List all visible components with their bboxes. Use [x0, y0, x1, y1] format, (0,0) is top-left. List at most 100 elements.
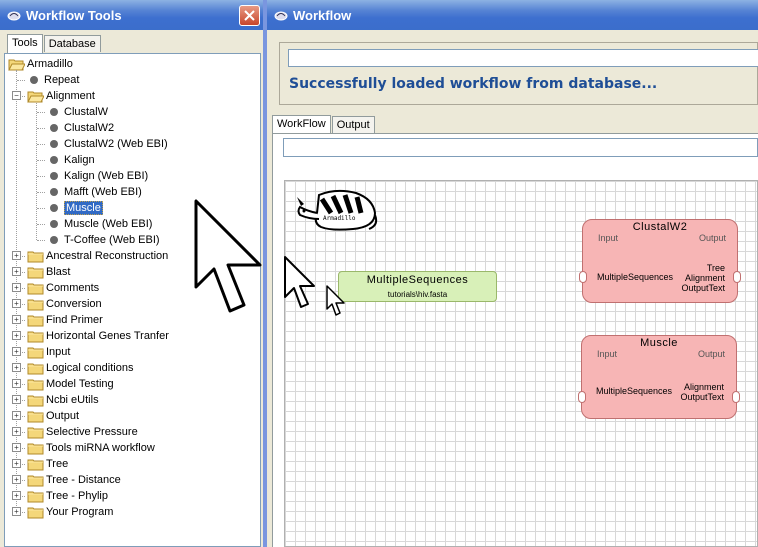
tree-item-label: Ancestral Reconstruction	[46, 250, 169, 262]
tree-item[interactable]: Mafft (Web EBI)	[47, 184, 142, 200]
tree-item[interactable]: Tools miRNA workflow	[27, 440, 155, 456]
tree-item-label: Conversion	[46, 298, 102, 310]
tree-item[interactable]: Ncbi eUtils	[27, 392, 99, 408]
tab-database[interactable]: Database	[43, 35, 101, 52]
tree-item-label: Mafft (Web EBI)	[64, 186, 142, 198]
tree-root[interactable]: Armadillo	[8, 56, 73, 72]
tree-expander-icon[interactable]: +	[12, 491, 21, 500]
tree-item[interactable]: Selective Pressure	[27, 424, 138, 440]
tree-item[interactable]: Conversion	[27, 296, 102, 312]
tree-guide-line	[37, 160, 45, 161]
tool-bullet-icon	[50, 156, 58, 164]
tree-item-label: ClustalW2	[64, 122, 115, 134]
tree-expander-icon[interactable]: +	[12, 395, 21, 404]
tree-expander-icon[interactable]: +	[12, 331, 21, 340]
tree-item[interactable]: Find Primer	[27, 312, 103, 328]
clustalw2-input-port: MultipleSequences	[597, 272, 674, 282]
tree-expander-icon[interactable]: +	[12, 379, 21, 388]
clustalw2-input-socket[interactable]	[579, 271, 587, 283]
tree-item[interactable]: Tree - Distance	[27, 472, 121, 488]
tree-expander-icon[interactable]: +	[12, 459, 21, 468]
tree-item[interactable]: Horizontal Genes Tranfer	[27, 328, 169, 344]
folder-icon	[27, 331, 44, 342]
status-message: Successfully loaded workflow from databa…	[289, 76, 658, 92]
tree-item[interactable]: Repeat	[27, 72, 79, 88]
tree-expander-icon[interactable]: +	[12, 299, 21, 308]
tree-item[interactable]: Alignment	[27, 88, 95, 104]
tree-expander-icon[interactable]: −	[12, 91, 21, 100]
tree-expander-icon[interactable]: +	[12, 443, 21, 452]
workflow-canvas[interactable]: Armadillo MultipleSequences tutorials\hi…	[284, 180, 758, 547]
desktop: Workflow Tools Tools Database Armadillo …	[0, 0, 758, 547]
tab-workflow[interactable]: WorkFlow	[272, 115, 331, 134]
clustalw2-output-socket[interactable]	[733, 271, 741, 283]
tree-item[interactable]: ClustalW2 (Web EBI)	[47, 136, 168, 152]
folder-icon	[27, 443, 44, 454]
tree-item[interactable]: Kalign	[47, 152, 95, 168]
folder-icon	[27, 251, 44, 262]
tree-item[interactable]: Logical conditions	[27, 360, 133, 376]
tree-item[interactable]: Muscle (Web EBI)	[47, 216, 152, 232]
tree-expander-icon[interactable]: +	[12, 427, 21, 436]
muscle-node[interactable]: Muscle Input Output MultipleSequences Al…	[578, 335, 740, 419]
folder-icon	[27, 459, 44, 470]
tree-item[interactable]: Your Program	[27, 504, 113, 520]
folder-icon	[27, 283, 44, 294]
tree-item[interactable]: Tree - Phylip	[27, 488, 108, 504]
tree-expander-icon[interactable]: +	[12, 267, 21, 276]
tree-item[interactable]: Input	[27, 344, 70, 360]
tree-guide-line	[37, 224, 45, 225]
multiple-sequences-node[interactable]: MultipleSequences tutorials\hiv.fasta	[338, 271, 497, 302]
tree-item-label: Repeat	[44, 74, 80, 86]
tree-expander-icon[interactable]: +	[12, 363, 21, 372]
tree-guide-line	[36, 100, 37, 240]
tree-expander-icon[interactable]: +	[12, 507, 21, 516]
tree-item-label: Model Testing	[46, 378, 114, 390]
close-button[interactable]	[239, 5, 260, 26]
workflow-titlebar[interactable]: Workflow	[267, 0, 758, 30]
tree-item[interactable]: Output	[27, 408, 79, 424]
tree-expander-icon[interactable]: +	[12, 315, 21, 324]
tree-item-label: Kalign (Web EBI)	[64, 170, 149, 182]
tree-guide-line	[37, 128, 45, 129]
muscle-output-socket[interactable]	[732, 391, 740, 403]
tree-item[interactable]: Muscle	[47, 200, 103, 216]
armadillo-logo: Armadillo	[291, 189, 379, 233]
workflow-tools-titlebar[interactable]: Workflow Tools	[0, 0, 263, 30]
tab-tools[interactable]: Tools	[7, 34, 43, 53]
tree-expander-icon[interactable]: +	[12, 475, 21, 484]
small-pointer-cursor-icon	[326, 285, 345, 316]
muscle-input-socket[interactable]	[578, 391, 586, 403]
muscle-output-label: Output	[697, 349, 725, 359]
muscle-output-ports: Alignment OutputText	[680, 382, 724, 402]
tree-item[interactable]: Tree	[27, 456, 68, 472]
tree-item-label: Selective Pressure	[46, 426, 138, 438]
tab-output[interactable]: Output	[331, 116, 375, 133]
tree-expander-icon[interactable]: +	[12, 347, 21, 356]
tree-item-label: Find Primer	[46, 314, 103, 326]
tree-item[interactable]: Comments	[27, 280, 99, 296]
clustalw2-output-text: OutputText	[681, 283, 725, 293]
tree-item[interactable]: Blast	[27, 264, 70, 280]
tree-expander-icon[interactable]: +	[12, 411, 21, 420]
clustalw2-title: ClustalW2	[632, 221, 688, 233]
tree-item[interactable]: Ancestral Reconstruction	[27, 248, 168, 264]
tree-item-label: ClustalW2 (Web EBI)	[64, 138, 168, 150]
folder-icon	[27, 267, 44, 278]
tree-item-label: Muscle (Web EBI)	[64, 218, 153, 230]
tree-item-label: T-Coffee (Web EBI)	[64, 234, 160, 246]
tree-item[interactable]: ClustalW2	[47, 120, 114, 136]
tree-item-label: Tree - Distance	[46, 474, 121, 486]
status-panel: Successfully loaded workflow from databa…	[279, 42, 758, 105]
tree-expander-icon[interactable]: +	[12, 251, 21, 260]
tool-bullet-icon	[50, 204, 58, 212]
tree-item[interactable]: T-Coffee (Web EBI)	[47, 232, 160, 248]
status-progress-field	[288, 49, 758, 67]
tree-expander-icon[interactable]: +	[12, 283, 21, 292]
tree-item-label: Input	[46, 346, 71, 358]
tree-item[interactable]: Kalign (Web EBI)	[47, 168, 148, 184]
clustalw2-node[interactable]: ClustalW2 Input Output MultipleSequences…	[579, 219, 741, 303]
tree-item[interactable]: ClustalW	[47, 104, 108, 120]
workflow-name-field[interactable]	[283, 138, 758, 157]
tree-item[interactable]: Model Testing	[27, 376, 114, 392]
